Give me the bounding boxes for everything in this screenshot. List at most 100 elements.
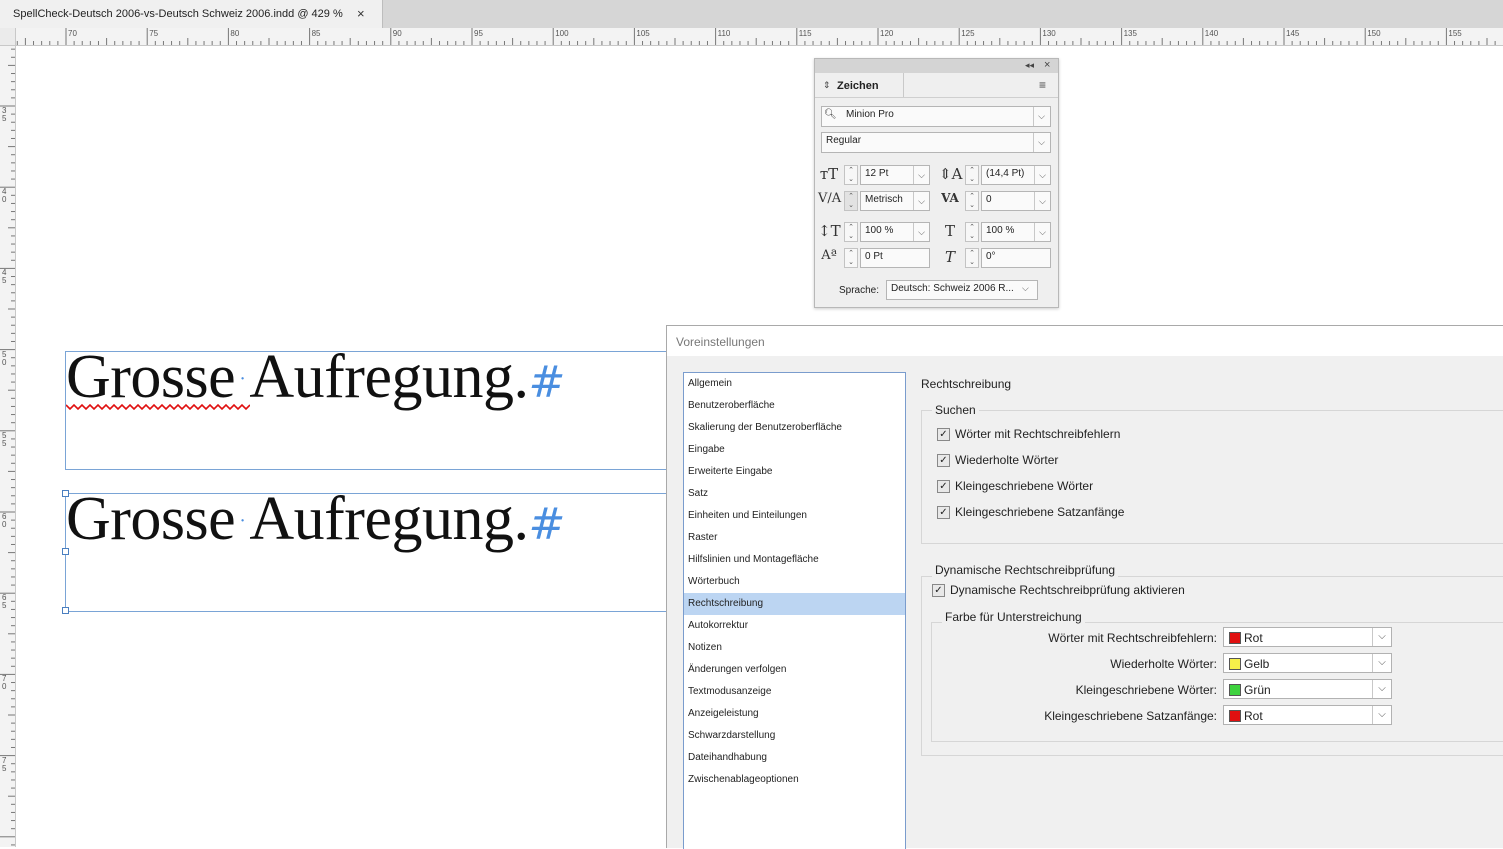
category-item[interactable]: Schwarzdarstellung — [684, 725, 905, 747]
language-select[interactable]: Deutsch: Schweiz 2006 R... — [886, 280, 1038, 300]
category-item[interactable]: Anzeigeleistung — [684, 703, 905, 725]
frame-handle-top-left[interactable] — [62, 490, 69, 497]
spelling-error-underline — [66, 403, 250, 411]
vertical-ruler[interactable]: 35 40 45 50 55 60 65 70 75 — [0, 45, 16, 847]
vertical-scale-icon: ↕T — [818, 222, 841, 240]
chevron-down-icon[interactable]: ⌵ — [1372, 680, 1391, 698]
ruler-label: 50 — [2, 349, 7, 367]
ruler-label: 155 — [1448, 29, 1462, 38]
panel-drag-bar[interactable]: ◂◂ × — [815, 59, 1058, 73]
underline-color-select[interactable]: Grün ⌵ — [1223, 679, 1392, 699]
color-swatch — [1229, 632, 1241, 644]
underline-color-select[interactable]: Rot ⌵ — [1223, 705, 1392, 725]
category-item[interactable]: Zwischenablageoptionen — [684, 769, 905, 791]
document-tab[interactable]: SpellCheck-Deutsch 2006-vs-Deutsch Schwe… — [0, 0, 383, 28]
leading-spinner[interactable]: ⌃ ⌄ — [965, 165, 979, 185]
horizontal-ruler[interactable]: 70 75 80 85 90 95 100 105 110 115 120 125 130 135 140 1… — [0, 28, 1503, 46]
dynamic-spellcheck-group-label: Dynamische Rechtschreibprüfung — [932, 563, 1119, 577]
frame-handle-middle-left[interactable] — [62, 548, 69, 555]
frame-2-text: Grosse ·Aufregung.# — [66, 484, 565, 555]
chevron-down-icon[interactable]: ⌵ — [1372, 628, 1391, 646]
category-item[interactable]: Einheiten und Einteilungen — [684, 505, 905, 527]
search-group-label: Suchen — [932, 403, 979, 417]
underline-color-label: Wörter mit Rechtschreibfehlern: — [1048, 631, 1217, 645]
category-item[interactable]: Benutzeroberfläche — [684, 395, 905, 417]
ruler-label: 105 — [636, 29, 650, 38]
font-style-dropdown-arrow[interactable]: ⌵ — [1033, 133, 1049, 152]
search-option-checkbox[interactable]: ✓ — [937, 454, 950, 467]
baseline-shift-spinner[interactable]: ⌃ ⌄ — [844, 248, 858, 268]
category-item[interactable]: Satz — [684, 483, 905, 505]
category-item[interactable]: Dateihandhabung — [684, 747, 905, 769]
ruler-label: 55 — [2, 430, 7, 448]
preferences-dialog: Voreinstellungen Allgemein Benutzeroberfl… — [666, 325, 1503, 849]
collapse-panel-icon[interactable]: ◂◂ — [1025, 60, 1034, 71]
chevron-down-icon: ⌵ — [1022, 283, 1029, 293]
horizontal-ruler-ticks — [16, 28, 1496, 45]
close-panel-icon[interactable]: × — [1044, 59, 1050, 71]
ruler-label: 150 — [1367, 29, 1381, 38]
font-family-dropdown-arrow[interactable]: ⌵ — [1033, 107, 1049, 126]
search-icon: 🔍︎ — [824, 109, 837, 120]
underline-color-select[interactable]: Gelb ⌵ — [1223, 653, 1392, 673]
vertical-scale-value: 100 % — [865, 225, 894, 236]
category-item[interactable]: Allgemein — [684, 373, 905, 395]
frame-1-word-2: Aufregung. — [249, 343, 529, 411]
tracking-value: 0 — [986, 194, 992, 205]
panel-title: Zeichen — [837, 80, 879, 92]
dialog-titlebar[interactable]: Voreinstellungen — [667, 326, 1503, 356]
category-item[interactable]: Änderungen verfolgen — [684, 659, 905, 681]
vertical-scale-dropdown-arrow[interactable]: ⌵ — [913, 223, 929, 241]
font-family-field[interactable]: Minion Pro — [821, 106, 1051, 127]
leading-dropdown-arrow[interactable]: ⌵ — [1034, 166, 1050, 184]
kerning-dropdown-arrow[interactable]: ⌵ — [913, 192, 929, 210]
font-style-field[interactable]: Regular — [821, 132, 1051, 153]
panel-expand-icon: ⇕ — [823, 80, 831, 90]
dynamic-spellcheck-checkbox[interactable]: ✓ — [932, 584, 945, 597]
category-item[interactable]: Eingabe — [684, 439, 905, 461]
category-item[interactable]: Rechtschreibung — [684, 593, 905, 615]
skew-field[interactable]: 0° — [981, 248, 1051, 268]
underline-color-label: Wiederholte Wörter: — [1110, 657, 1217, 671]
search-option-checkbox[interactable]: ✓ — [937, 480, 950, 493]
ruler-label: 70 — [2, 674, 7, 692]
language-value: Deutsch: Schweiz 2006 R... — [891, 283, 1014, 294]
category-item[interactable]: Erweiterte Eingabe — [684, 461, 905, 483]
underline-color-select[interactable]: Rot ⌵ — [1223, 627, 1392, 647]
kerning-spinner[interactable]: ⌃ ⌄ — [844, 191, 858, 211]
text-frame-2[interactable]: Grosse ·Aufregung.# — [65, 485, 670, 612]
chevron-down-icon[interactable]: ⌵ — [1372, 654, 1391, 672]
category-item[interactable]: Textmodusanzeige — [684, 681, 905, 703]
search-option-checkbox[interactable]: ✓ — [937, 428, 950, 441]
ruler-label: 85 — [311, 29, 321, 38]
close-tab-icon[interactable]: × — [357, 6, 365, 21]
ruler-origin-corner[interactable] — [0, 28, 16, 46]
skew-spinner[interactable]: ⌃ ⌄ — [965, 248, 979, 268]
font-size-dropdown-arrow[interactable]: ⌵ — [913, 166, 929, 184]
vertical-scale-spinner[interactable]: ⌃ ⌄ — [844, 222, 858, 242]
underline-color-label: Kleingeschriebene Wörter: — [1075, 683, 1217, 697]
frame-2-word-1: Grosse — [66, 485, 236, 553]
color-swatch — [1229, 710, 1241, 722]
leading-icon: ⇕A — [939, 165, 963, 183]
category-item[interactable]: Skalierung der Benutzeroberfläche — [684, 417, 905, 439]
font-size-spinner[interactable]: ⌃ ⌄ — [844, 165, 858, 185]
tab-zeichen[interactable]: ⇕ Zeichen — [817, 73, 904, 97]
horizontal-scale-dropdown-arrow[interactable]: ⌵ — [1034, 223, 1050, 241]
horizontal-scale-value: 100 % — [986, 225, 1015, 236]
tracking-spinner[interactable]: ⌃ ⌄ — [965, 191, 979, 211]
color-name: Grün — [1244, 683, 1271, 697]
frame-handle-bottom-left[interactable] — [62, 607, 69, 614]
category-item[interactable]: Raster — [684, 527, 905, 549]
search-option-checkbox[interactable]: ✓ — [937, 506, 950, 519]
baseline-shift-field[interactable]: 0 Pt — [860, 248, 930, 268]
panel-menu-icon[interactable]: ≡ — [1039, 78, 1046, 92]
dynamic-spellcheck-label: Dynamische Rechtschreibprüfung aktiviere… — [950, 583, 1185, 597]
category-item[interactable]: Autokorrektur — [684, 615, 905, 637]
category-item[interactable]: Notizen — [684, 637, 905, 659]
chevron-down-icon[interactable]: ⌵ — [1372, 706, 1391, 724]
tracking-dropdown-arrow[interactable]: ⌵ — [1034, 192, 1050, 210]
category-item[interactable]: Hilfslinien und Montagefläche — [684, 549, 905, 571]
horizontal-scale-spinner[interactable]: ⌃ ⌄ — [965, 222, 979, 242]
category-item[interactable]: Wörterbuch — [684, 571, 905, 593]
